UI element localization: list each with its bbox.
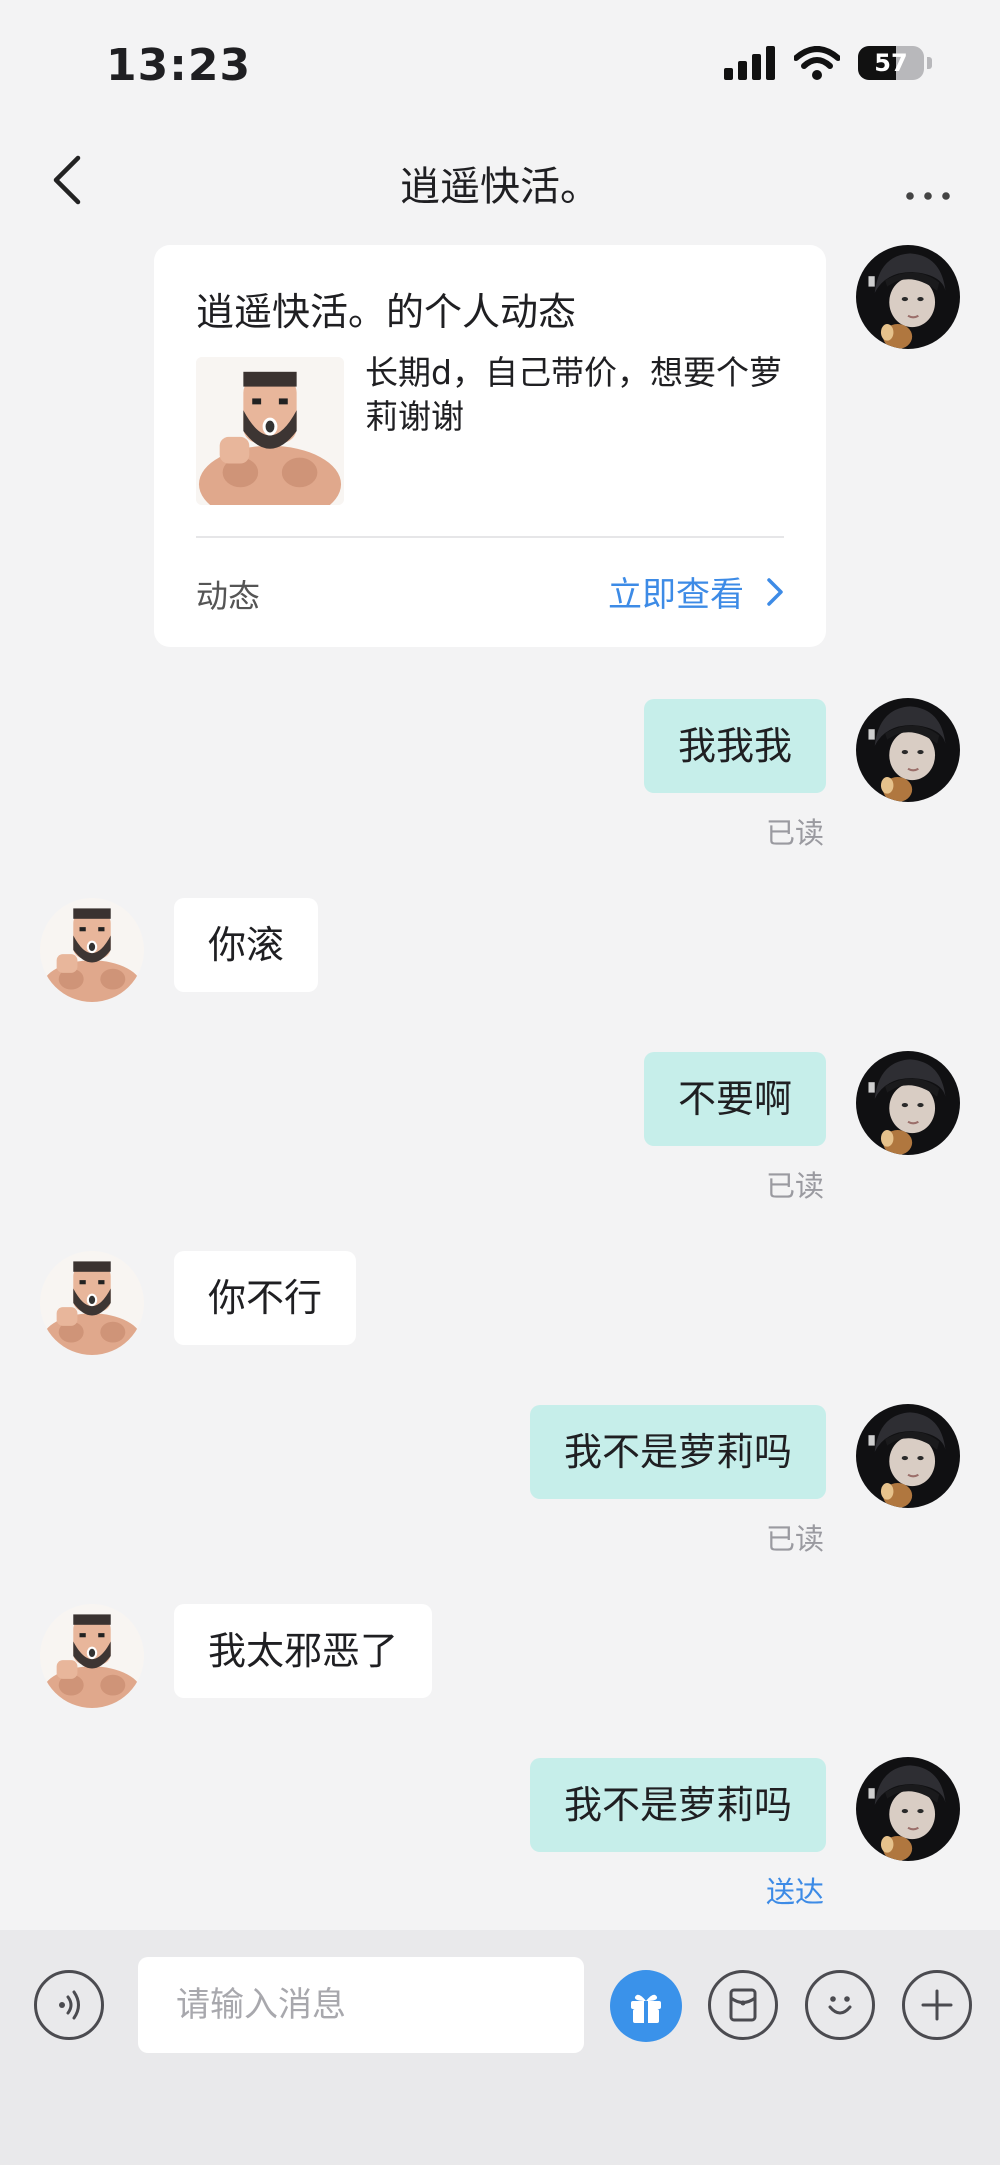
contact-avatar[interactable] xyxy=(40,1604,144,1708)
my-avatar[interactable] xyxy=(856,698,960,802)
card-thumbnail xyxy=(196,357,344,505)
more-actions-button[interactable] xyxy=(902,1970,972,2040)
card-title: 逍遥快活。的个人动态 xyxy=(196,290,577,334)
my-avatar[interactable] xyxy=(856,1757,960,1861)
delivered-receipt: 送达 xyxy=(765,1875,824,1909)
battery-icon: 57 xyxy=(858,46,924,80)
card-footer-label: 动态 xyxy=(196,577,261,615)
plus-icon xyxy=(921,1989,953,2021)
more-dots-icon xyxy=(906,192,950,200)
message-bubble-sent[interactable]: 不要啊 xyxy=(643,1052,826,1146)
message-composer xyxy=(0,1930,1000,2165)
status-time: 13:23 xyxy=(106,40,252,91)
contact-avatar[interactable] xyxy=(40,1251,144,1355)
card-description: 长期d，自己带价，想要个萝莉谢谢 xyxy=(365,353,782,436)
status-icons: 57 xyxy=(724,46,932,80)
card-divider xyxy=(196,536,784,538)
message-bubble-received[interactable]: 你不行 xyxy=(174,1251,357,1345)
status-bar: 13:23 57 xyxy=(0,0,1000,130)
message-bubble-sent[interactable]: 我不是萝莉吗 xyxy=(529,1405,826,1499)
my-avatar[interactable] xyxy=(856,1051,960,1155)
signal-icon xyxy=(724,46,775,80)
my-avatar[interactable] xyxy=(856,245,960,349)
gift-button[interactable] xyxy=(610,1970,682,2042)
wifi-icon xyxy=(794,46,840,80)
read-receipt: 已读 xyxy=(765,1169,824,1203)
view-now-label: 立即查看 xyxy=(608,575,744,615)
read-receipt: 已读 xyxy=(765,1522,824,1556)
battery-level: 57 xyxy=(874,49,908,77)
smiley-icon xyxy=(828,1996,852,2015)
red-packet-button[interactable] xyxy=(708,1970,778,2040)
message-bubble-received[interactable]: 我太邪恶了 xyxy=(174,1604,433,1698)
emoji-button[interactable] xyxy=(805,1970,875,2040)
contact-avatar[interactable] xyxy=(40,898,144,1002)
voice-button[interactable] xyxy=(34,1970,104,2040)
battery-cap xyxy=(927,57,932,69)
moment-share-card[interactable]: 逍遥快活。的个人动态 长期d，自己带价，想要个萝莉谢谢 动态 立即查看 xyxy=(154,245,826,647)
voice-icon xyxy=(59,1990,80,2020)
chat-title: 逍遥快活。 xyxy=(400,164,600,210)
read-receipt: 已读 xyxy=(765,816,824,850)
view-now-link[interactable]: 立即查看 xyxy=(608,567,784,616)
message-bubble-sent[interactable]: 我我我 xyxy=(643,699,826,793)
more-options-button[interactable] xyxy=(898,150,958,210)
chat-header: 逍遥快活。 xyxy=(0,130,1000,230)
message-bubble-received[interactable]: 你滚 xyxy=(174,898,319,992)
my-avatar[interactable] xyxy=(856,1404,960,1508)
chevron-right-icon xyxy=(767,577,783,606)
red-packet-icon xyxy=(729,1988,757,2022)
message-input[interactable] xyxy=(138,1957,584,2053)
gift-icon xyxy=(631,1994,661,2023)
message-bubble-sent[interactable]: 我不是萝莉吗 xyxy=(529,1758,826,1852)
